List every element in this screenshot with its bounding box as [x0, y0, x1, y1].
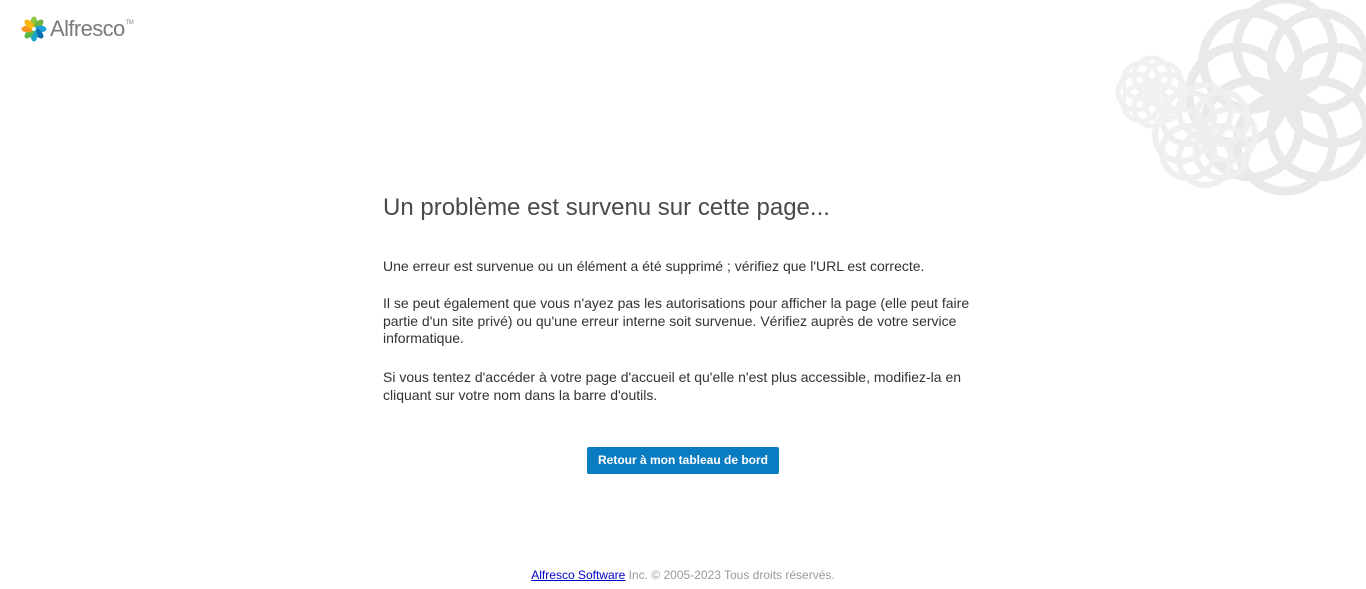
page-title: Un problème est survenu sur cette page..… — [383, 194, 830, 221]
brand-name: AlfrescoTM — [50, 16, 134, 41]
trademark: TM — [125, 20, 134, 26]
error-page: AlfrescoTM Un problème est survenu sur c… — [0, 0, 1366, 589]
error-message-url: Une erreur est survenue ou un élément a … — [383, 258, 925, 274]
alfresco-logo[interactable]: AlfrescoTM — [21, 16, 134, 42]
flower-decoration-icon — [1115, 0, 1366, 196]
error-content: Un problème est survenu sur cette page..… — [383, 193, 993, 403]
alfresco-software-link[interactable]: Alfresco Software — [531, 568, 625, 582]
alfresco-flower-logo-icon — [21, 16, 47, 42]
error-message-homepage: Si vous tentez d'accéder à votre page d'… — [383, 369, 962, 403]
return-dashboard-button[interactable]: Retour à mon tableau de bord — [587, 447, 779, 474]
error-message-permissions: Il se peut également que vous n'ayez pas… — [383, 295, 970, 346]
footer: Alfresco Software Inc. © 2005-2023 Tous … — [0, 567, 1366, 583]
copyright-text: Inc. © 2005-2023 Tous droits réservés. — [625, 568, 835, 582]
